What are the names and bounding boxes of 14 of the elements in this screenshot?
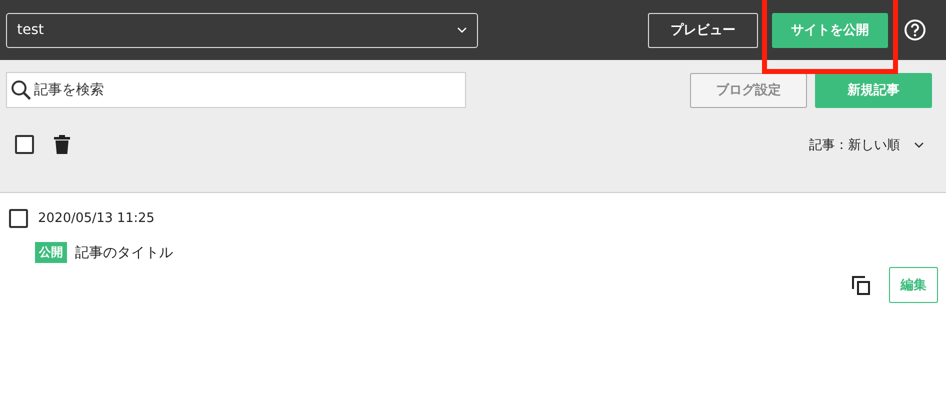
chevron-down-icon — [914, 142, 924, 148]
preview-button[interactable]: プレビュー — [648, 12, 758, 48]
article-checkbox[interactable] — [9, 209, 28, 228]
help-icon[interactable] — [904, 19, 926, 41]
status-badge: 公開 — [35, 242, 67, 263]
sort-dropdown[interactable]: 記事：新しい順 — [809, 136, 924, 154]
select-all-checkbox[interactable] — [15, 135, 34, 154]
chevron-down-icon — [457, 27, 467, 33]
article-date: 2020/05/13 11:25 — [38, 211, 155, 226]
search-field[interactable]: 記事を検索 — [6, 72, 466, 108]
copy-icon[interactable] — [852, 276, 871, 294]
site-select[interactable]: test — [6, 12, 478, 48]
article-title[interactable]: 記事のタイトル — [75, 244, 173, 262]
trash-icon[interactable] — [54, 135, 70, 154]
